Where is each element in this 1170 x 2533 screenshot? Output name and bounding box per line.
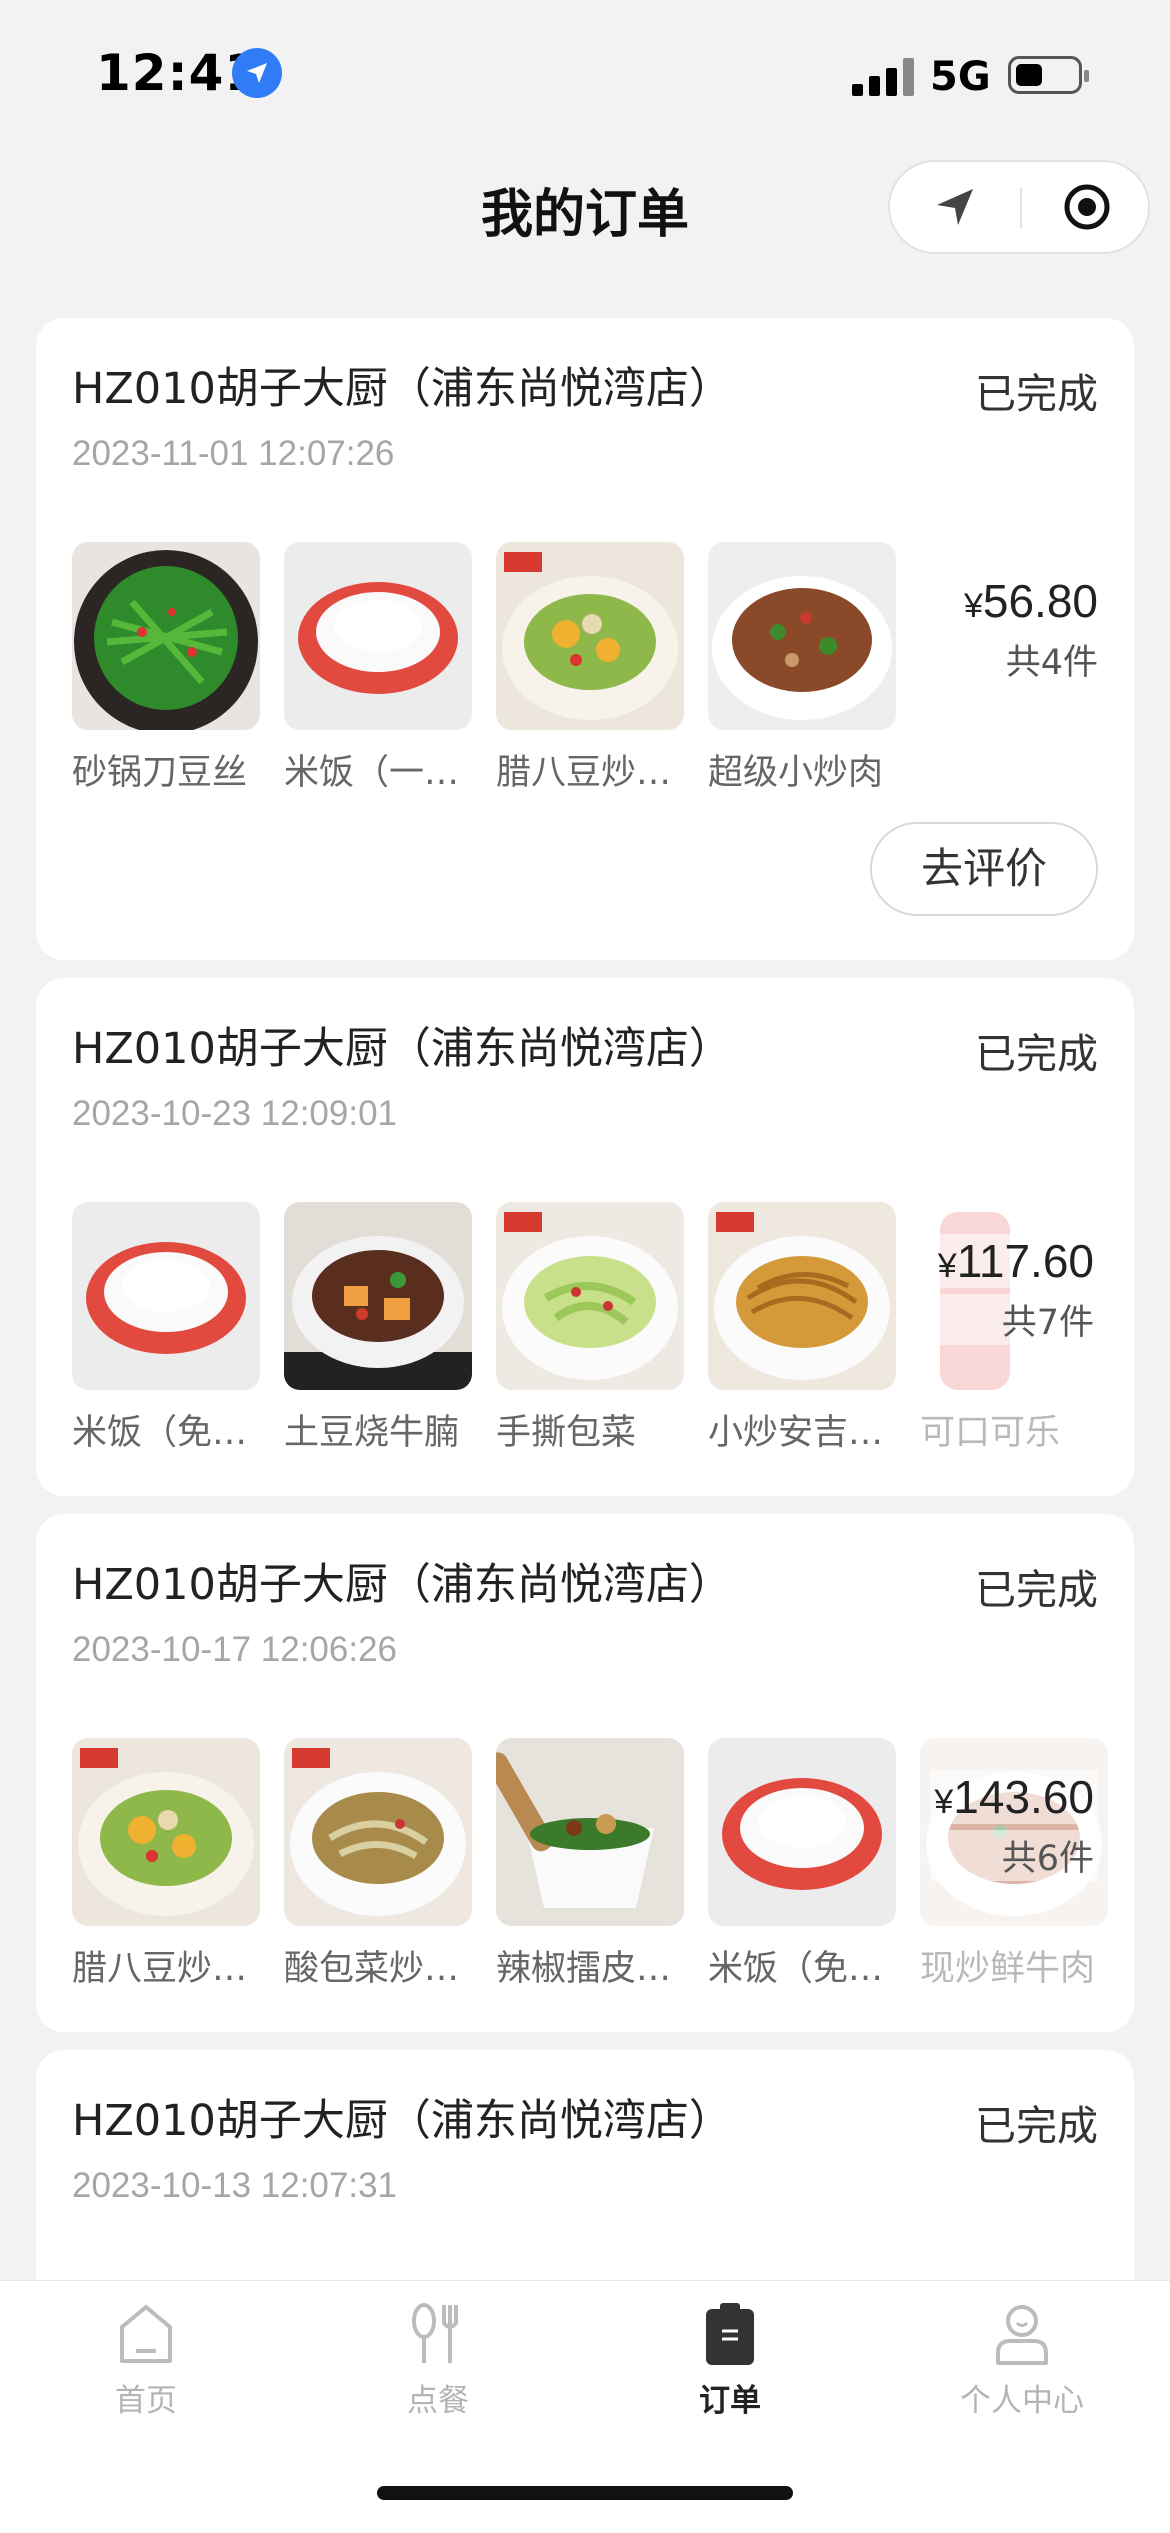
- order-item: 超级小炒肉: [708, 542, 896, 795]
- dish-photo-sauerkraut: [284, 1738, 472, 1926]
- item-name: 米饭（免…: [72, 1413, 248, 1453]
- order-item: 土豆烧牛腩: [284, 1202, 472, 1455]
- close-program-button[interactable]: [1022, 162, 1152, 252]
- item-name: 酸包菜炒…: [284, 1949, 460, 1989]
- home-indicator: [377, 2486, 793, 2500]
- tab-home[interactable]: 首页: [46, 2301, 246, 2420]
- order-item: 小炒安吉…: [708, 1202, 896, 1455]
- item-name: 小炒安吉…: [708, 1413, 884, 1453]
- tab-label: 个人中心: [960, 2383, 1084, 2419]
- item-name: 腊八豆炒…: [496, 753, 672, 793]
- store-name: HZ010胡子大厨（浦东尚悦湾店）: [72, 1560, 732, 1610]
- order-status: 已完成: [975, 1566, 1098, 1614]
- dish-photo-rice: [708, 1738, 896, 1926]
- dish-photo-rice: [284, 542, 472, 730]
- utensils-icon: [412, 2303, 458, 2363]
- item-name: 辣椒擂皮…: [496, 1949, 672, 1989]
- network-type: 5G: [930, 54, 991, 100]
- navigation-arrow-icon: [937, 189, 973, 225]
- order-item: 酸包菜炒…: [284, 1738, 472, 1991]
- dish-photo-beef-potato: [284, 1202, 472, 1390]
- item-name: 土豆烧牛腩: [284, 1413, 460, 1453]
- item-count: 共4件: [1005, 643, 1098, 683]
- item-name: 现炒鲜牛肉: [920, 1949, 1096, 1989]
- order-card[interactable]: HZ010胡子大厨（浦东尚悦湾店） 已完成 2023-10-23 12:09:0…: [36, 978, 1134, 1496]
- mini-program-capsule: [888, 160, 1150, 254]
- dish-photo-stirfry: [72, 1738, 260, 1926]
- order-total: ¥143.60 共6件: [930, 1770, 1098, 1881]
- store-name: HZ010胡子大厨（浦东尚悦湾店）: [72, 2096, 732, 2146]
- order-amount: 117.60: [956, 1235, 1094, 1287]
- order-status: 已完成: [975, 370, 1098, 418]
- target-circle-icon: [1064, 184, 1110, 230]
- order-amount: 56.80: [982, 575, 1098, 627]
- item-name: 腊八豆炒…: [72, 1949, 248, 1989]
- currency-symbol: ¥: [963, 587, 983, 625]
- store-name: HZ010胡子大厨（浦东尚悦湾店）: [72, 1024, 732, 1074]
- item-name: 超级小炒肉: [708, 753, 884, 793]
- order-status: 已完成: [975, 1030, 1098, 1078]
- item-name: 米饭（一…: [284, 753, 460, 793]
- home-icon: [120, 2305, 172, 2363]
- dish-photo-green-beans: [72, 542, 260, 730]
- currency-symbol: ¥: [934, 1783, 954, 1821]
- clipboard-icon: [706, 2303, 754, 2365]
- item-name: 砂锅刀豆丝: [72, 753, 248, 793]
- order-date: 2023-10-23 12:09:01: [72, 1094, 397, 1133]
- tab-profile[interactable]: 个人中心: [922, 2301, 1122, 2420]
- order-item: 辣椒擂皮…: [496, 1738, 684, 1991]
- order-item: 腊八豆炒…: [72, 1738, 260, 1991]
- status-bar: 12:41 5G: [0, 0, 1170, 140]
- order-item: 米饭（一…: [284, 542, 472, 795]
- order-item: 米饭（免…: [708, 1738, 896, 1991]
- location-button[interactable]: [890, 162, 1020, 252]
- review-button[interactable]: 去评价: [870, 822, 1098, 916]
- order-total: ¥117.60 共7件: [933, 1234, 1098, 1345]
- item-name: 米饭（免…: [708, 1949, 884, 1989]
- tab-label: 首页: [115, 2383, 177, 2419]
- dish-photo-pork: [708, 542, 896, 730]
- order-date: 2023-10-13 12:07:31: [72, 2166, 397, 2205]
- item-name: 手撕包菜: [496, 1413, 637, 1453]
- order-item: 米饭（免…: [72, 1202, 260, 1455]
- dish-photo-cabbage: [496, 1202, 684, 1390]
- order-item: 砂锅刀豆丝: [72, 542, 260, 795]
- order-card[interactable]: HZ010胡子大厨（浦东尚悦湾店） 已完成 2023-11-01 12:07:2…: [36, 318, 1134, 960]
- tab-label: 点餐: [407, 2383, 469, 2419]
- tab-label: 订单: [699, 2383, 761, 2419]
- order-card[interactable]: HZ010胡子大厨（浦东尚悦湾店） 已完成 2023-10-17 12:06:2…: [36, 1514, 1134, 2032]
- cellular-signal-icon: [852, 56, 916, 96]
- item-name: 可口可乐: [920, 1413, 1061, 1453]
- battery-icon: [1008, 56, 1089, 94]
- dish-photo-noodles: [708, 1202, 896, 1390]
- person-icon: [996, 2305, 1048, 2365]
- dish-photo-stirfry: [496, 542, 684, 730]
- order-item: 腊八豆炒…: [496, 542, 684, 795]
- order-status: 已完成: [975, 2102, 1098, 2150]
- dish-photo-rice: [72, 1202, 260, 1390]
- order-date: 2023-10-17 12:06:26: [72, 1630, 397, 1669]
- item-count: 共6件: [930, 1830, 1098, 1881]
- tab-orders[interactable]: 订单: [630, 2301, 830, 2420]
- dish-photo-mortar: [496, 1738, 684, 1926]
- location-arrow-icon: [232, 48, 282, 98]
- order-item: 手撕包菜: [496, 1202, 684, 1455]
- tab-order-food[interactable]: 点餐: [338, 2301, 538, 2420]
- store-name: HZ010胡子大厨（浦东尚悦湾店）: [72, 364, 732, 414]
- item-count: 共7件: [933, 1294, 1098, 1345]
- currency-symbol: ¥: [937, 1247, 957, 1285]
- order-amount: 143.60: [953, 1771, 1094, 1823]
- order-date: 2023-11-01 12:07:26: [72, 434, 395, 473]
- order-total: ¥56.80 共4件: [964, 574, 1098, 685]
